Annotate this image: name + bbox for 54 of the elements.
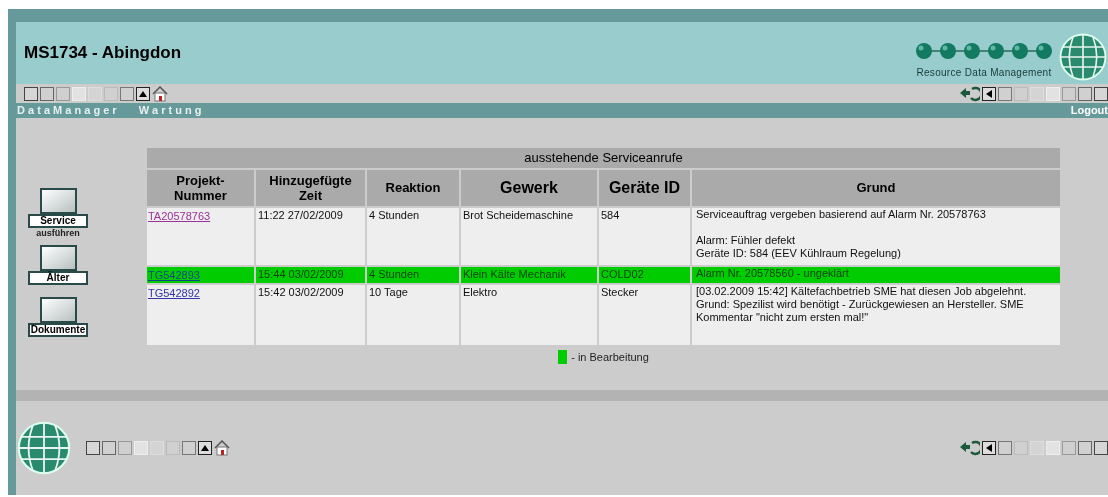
toolbar-square[interactable] bbox=[1078, 441, 1092, 455]
left-arrow-button[interactable] bbox=[982, 441, 996, 455]
photo-placeholder[interactable] bbox=[39, 188, 77, 214]
column-header: Grund bbox=[691, 169, 1061, 206]
table-cell-text: Serviceauftrag vergeben basierend auf Alarm Nr. 20578763 Alarm: Fühler defekt Geräte ID: 584 (EEV Kühlraum Regelung) bbox=[694, 207, 987, 261]
page-title: MS1734 - Abingdon bbox=[24, 42, 182, 65]
left-arrow-button[interactable] bbox=[982, 86, 996, 101]
toolbar-square[interactable] bbox=[40, 86, 54, 101]
project-link[interactable]: TG542893 bbox=[147, 268, 200, 281]
up-arrow-button[interactable] bbox=[198, 441, 212, 455]
toolbar-square[interactable] bbox=[102, 441, 116, 455]
project-link[interactable]: TG542892 bbox=[147, 287, 200, 299]
table-cell-text: Klein Kälte Mechanik bbox=[461, 266, 567, 282]
logo-text: Resource Data Management bbox=[916, 66, 1052, 80]
column-header: Reaktion bbox=[366, 169, 459, 206]
column-header: Gewerk bbox=[460, 169, 597, 206]
up-arrow-button[interactable] bbox=[136, 86, 150, 101]
photo-placeholder[interactable] bbox=[39, 245, 77, 271]
home-icon[interactable] bbox=[152, 85, 168, 102]
toolbar-square[interactable] bbox=[86, 441, 100, 455]
back-arrow-icon[interactable] bbox=[958, 440, 980, 456]
table-cell-text: Brot Scheidemaschine bbox=[461, 207, 575, 223]
photo-placeholder[interactable] bbox=[39, 297, 77, 323]
table-cell-text: 4 Stunden bbox=[367, 207, 421, 223]
column-header: Geräte ID bbox=[598, 169, 690, 206]
legend-label: - in Bearbeitung bbox=[571, 350, 649, 365]
globe-icon bbox=[1058, 32, 1108, 82]
sidebar-button[interactable]: Dokumente bbox=[28, 323, 88, 337]
table-cell-text: Alarm Nr. 20578560 - ungeklärt bbox=[694, 266, 850, 281]
table-cell-text: 15:44 03/02/2009 bbox=[256, 266, 345, 282]
table-cell-text: 10 Tage bbox=[367, 285, 409, 300]
globe-icon bbox=[16, 420, 72, 476]
table-cell-text: 11:22 27/02/2009 bbox=[256, 207, 344, 223]
table-cell-text: 584 bbox=[599, 207, 621, 223]
table-cell-text: 4 Stunden bbox=[367, 266, 421, 282]
toolbar-square[interactable] bbox=[24, 86, 38, 101]
sidebar-button[interactable]: Service bbox=[28, 214, 88, 228]
column-header: Projekt-Nummer bbox=[146, 169, 254, 206]
toolbar-square[interactable] bbox=[1094, 86, 1108, 101]
logout-link[interactable]: Logout bbox=[1070, 102, 1108, 119]
back-arrow-icon[interactable] bbox=[958, 85, 980, 102]
toolbar-square[interactable] bbox=[1078, 86, 1092, 101]
sidebar-button[interactable]: Älter bbox=[28, 271, 88, 285]
home-icon[interactable] bbox=[214, 440, 230, 456]
table-cell-text: Elektro bbox=[461, 285, 499, 300]
table-cell-text: Stecker bbox=[599, 285, 640, 300]
toolbar-square[interactable] bbox=[1094, 441, 1108, 455]
project-link[interactable]: TA20578763 bbox=[147, 209, 211, 222]
button-sublabel: ausführen bbox=[36, 228, 80, 239]
column-header: Hinzugefügte Zeit bbox=[255, 169, 365, 206]
table-cell-text: [03.02.2009 15:42] Kältefachbetrieb SME hat diesen Job abgelehnt. Grund: Spezilist wird benötigt - Zurückgewiesen an Hersteller. SME Kommentar "nicht zum ersten mal!" bbox=[694, 285, 1028, 325]
table-caption: ausstehende Serviceanrufe bbox=[146, 148, 1061, 168]
table-cell-text: 15:42 03/02/2009 bbox=[256, 285, 345, 300]
table-cell-text: COLD02 bbox=[599, 266, 645, 282]
